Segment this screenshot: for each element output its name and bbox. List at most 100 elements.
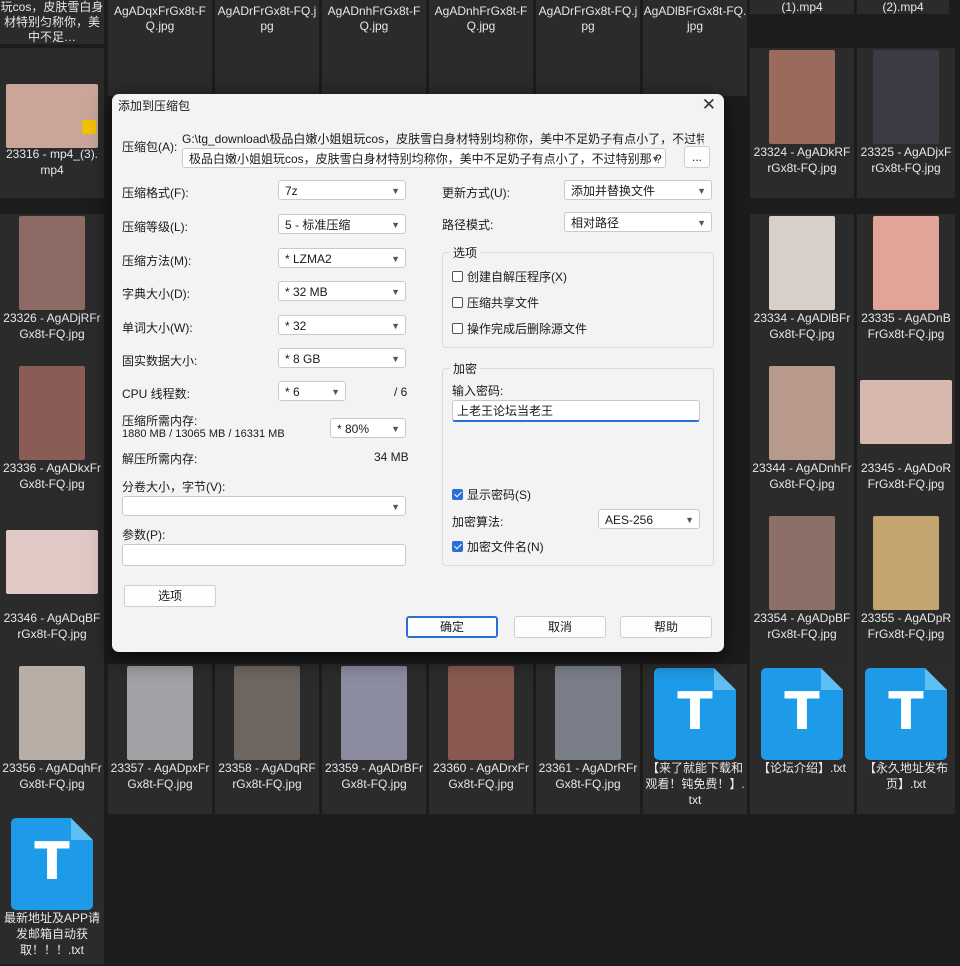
file-name: 【论坛介绍】.txt — [757, 761, 846, 775]
text-file-icon: T — [11, 818, 93, 910]
cpu-total: / 6 — [394, 385, 408, 399]
chevron-down-icon: ▼ — [391, 502, 400, 512]
file-name: 23357 - AgADpxFrGx8t-FQ.jpg — [110, 761, 210, 791]
file-tile-image[interactable]: 23357 - AgADpxFrGx8t-FQ.jpg — [108, 664, 212, 814]
text-file-icon: T — [761, 668, 843, 760]
top-file-label-3[interactable]: AgADnhFrGx8t-FQ.jpg — [322, 0, 426, 48]
image-thumbnail — [873, 50, 939, 144]
file-tile-txt[interactable]: T 【来了就能下载和观看！钝免费！】.txt — [643, 664, 747, 814]
file-tile-image[interactable]: 23355 - AgADpRFrGx8t-FQ.jpg — [857, 514, 955, 664]
cancel-button[interactable]: 取消 — [514, 616, 606, 638]
enc-method-select[interactable]: AES-256 ▼ — [598, 509, 700, 529]
file-tile-hidden[interactable] — [643, 48, 747, 96]
top-file-label-8[interactable]: (2).mp4 — [857, 0, 949, 14]
top-file-label-5[interactable]: AgADrFrGx8t-FQ.jpg — [536, 0, 640, 48]
close-icon[interactable]: ✕ — [702, 95, 716, 115]
checkbox-icon — [452, 297, 463, 308]
file-tile-image[interactable]: 23354 - AgADpBFrGx8t-FQ.jpg — [750, 514, 854, 664]
params-input[interactable] — [122, 544, 406, 566]
file-name: 23334 - AgADlBFrGx8t-FQ.jpg — [753, 311, 851, 341]
file-tile-image[interactable]: 23325 - AgADjxFrGx8t-FQ.jpg — [857, 48, 955, 198]
ok-button[interactable]: 确定 — [406, 616, 498, 638]
checkbox-checked-icon — [452, 489, 463, 500]
encrypt-names-checkbox[interactable]: 加密文件名(N) — [452, 538, 544, 555]
file-tile-image[interactable]: 23334 - AgADlBFrGx8t-FQ.jpg — [750, 214, 854, 364]
file-tile-image[interactable]: 23335 - AgADnBFrGx8t-FQ.jpg — [857, 214, 955, 364]
add-to-archive-dialog: 添加到压缩包 ✕ 压缩包(A): G:\tg_download\极品白嫩小姐姐玩… — [112, 94, 724, 652]
file-tile-hidden[interactable] — [108, 48, 212, 96]
file-tile-txt[interactable]: T 【论坛介绍】.txt — [750, 664, 854, 814]
archive-name-combo[interactable]: 极品白嫩小姐姐玩cos，皮肤雪白身材特别均称你，美中不足奶子有点小了，不过特别那… — [182, 148, 666, 168]
file-tile-image[interactable]: 23324 - AgADkRFrGx8t-FQ.jpg — [750, 48, 854, 198]
file-tile-video[interactable]: 23316 - mp4_(3).mp4 — [0, 48, 104, 198]
top-file-label-4[interactable]: AgADnhFrGx8t-FQ.jpg — [429, 0, 533, 48]
cpu-select[interactable]: * 6 ▼ — [278, 381, 346, 401]
file-tile-image[interactable]: 23336 - AgADkxFrGx8t-FQ.jpg — [0, 364, 104, 514]
file-tile-image[interactable]: 23359 - AgADrBFrGx8t-FQ.jpg — [322, 664, 426, 814]
delete-after-checkbox[interactable]: 操作完成后删除源文件 — [452, 320, 587, 337]
method-select[interactable]: * LZMA2 ▼ — [278, 248, 406, 268]
file-tile-hidden[interactable] — [536, 48, 640, 96]
file-tile-image[interactable]: 23358 - AgADqRFrGx8t-FQ.jpg — [215, 664, 319, 814]
chevron-down-icon: ▼ — [391, 287, 400, 297]
top-file-label-0[interactable]: 玩cos，皮肤雪白身材特别匀称你，美中不足… — [0, 0, 104, 44]
file-tile-hidden[interactable] — [429, 48, 533, 96]
sfx-checkbox[interactable]: 创建自解压程序(X) — [452, 268, 567, 285]
file-tile-image[interactable]: 23356 - AgADqhFrGx8t-FQ.jpg — [0, 664, 104, 814]
word-value: * 32 — [285, 319, 307, 333]
archive-name-value: 极品白嫩小姐姐玩cos，皮肤雪白身材特别均称你，美中不足奶子有点小了，不过特别那… — [189, 152, 662, 166]
file-tile-txt[interactable]: T 【永久地址发布页】.txt — [857, 664, 955, 814]
file-name: 【来了就能下载和观看！钝免费！】.txt — [645, 761, 745, 807]
options-button[interactable]: 选项 — [124, 585, 216, 607]
word-select[interactable]: * 32 ▼ — [278, 315, 406, 335]
image-thumbnail — [234, 666, 300, 760]
file-tile-image[interactable]: 23326 - AgADjRFrGx8t-FQ.jpg — [0, 214, 104, 364]
browse-button[interactable]: ... — [684, 146, 710, 168]
solid-label: 固实数据大小: — [122, 354, 198, 368]
dict-label: 字典大小(D): — [122, 287, 190, 301]
image-thumbnail — [860, 380, 952, 444]
update-select[interactable]: 添加并替换文件 ▼ — [564, 180, 712, 200]
file-tile-txt[interactable]: T 最新地址及APP请发邮箱自动获取！！！.txt — [0, 814, 104, 964]
image-thumbnail — [873, 516, 939, 610]
file-name: 23346 - AgADqBFrGx8t-FQ.jpg — [3, 611, 101, 641]
password-input[interactable]: 上老王论坛当老王 — [452, 400, 700, 422]
enc-method-label: 加密算法: — [452, 515, 504, 529]
level-value: 5 - 标准压缩 — [285, 218, 351, 232]
show-password-checkbox[interactable]: 显示密码(S) — [452, 486, 531, 503]
file-name: 23358 - AgADqRFrGx8t-FQ.jpg — [218, 761, 316, 791]
chevron-down-icon: ▼ — [331, 387, 340, 397]
help-button[interactable]: 帮助 — [620, 616, 712, 638]
file-tile-image[interactable]: 23346 - AgADqBFrGx8t-FQ.jpg — [0, 514, 104, 664]
file-tile-hidden[interactable] — [322, 48, 426, 96]
top-file-label-6[interactable]: AgADlBFrGx8t-FQ.jpg — [643, 0, 747, 48]
cpu-label: CPU 线程数: — [122, 387, 191, 401]
shared-files-checkbox[interactable]: 压缩共享文件 — [452, 294, 539, 311]
top-file-label-7[interactable]: (1).mp4 — [750, 0, 854, 14]
path-mode-select[interactable]: 相对路径 ▼ — [564, 212, 712, 232]
chevron-down-icon: ▼ — [697, 218, 706, 228]
file-name: 23336 - AgADkxFrGx8t-FQ.jpg — [2, 461, 102, 491]
enc-method-value: AES-256 — [605, 513, 654, 527]
dict-select[interactable]: * 32 MB ▼ — [278, 281, 406, 301]
mem-percent-select[interactable]: * 80% ▼ — [330, 418, 406, 438]
file-tile-hidden[interactable] — [215, 48, 319, 96]
file-tile-image[interactable]: 23345 - AgADoRFrGx8t-FQ.jpg — [857, 364, 955, 514]
top-file-label-1[interactable]: AgADqxFrGx8t-FQ.jpg — [108, 0, 212, 48]
split-select[interactable]: ▼ — [122, 496, 406, 516]
dict-value: * 32 MB — [285, 285, 328, 299]
file-name: 最新地址及APP请发邮箱自动获取！！！.txt — [3, 911, 100, 957]
file-tile-image[interactable]: 23360 - AgADrxFrGx8t-FQ.jpg — [429, 664, 533, 814]
top-file-label-2[interactable]: AgADrFrGx8t-FQ.jpg — [215, 0, 319, 48]
file-tile-image[interactable]: 23361 - AgADrRFrGx8t-FQ.jpg — [536, 664, 640, 814]
method-value: * LZMA2 — [285, 252, 332, 266]
chevron-down-icon: ▼ — [391, 186, 400, 196]
format-select[interactable]: 7z ▼ — [278, 180, 406, 200]
checkbox-checked-icon — [452, 541, 463, 552]
solid-select[interactable]: * 8 GB ▼ — [278, 348, 406, 368]
show-password-label: 显示密码(S) — [467, 488, 531, 502]
level-select[interactable]: 5 - 标准压缩 ▼ — [278, 214, 406, 234]
text-file-icon: T — [654, 668, 736, 760]
chevron-down-icon: ▼ — [391, 254, 400, 264]
file-tile-image[interactable]: 23344 - AgADnhFrGx8t-FQ.jpg — [750, 364, 854, 514]
